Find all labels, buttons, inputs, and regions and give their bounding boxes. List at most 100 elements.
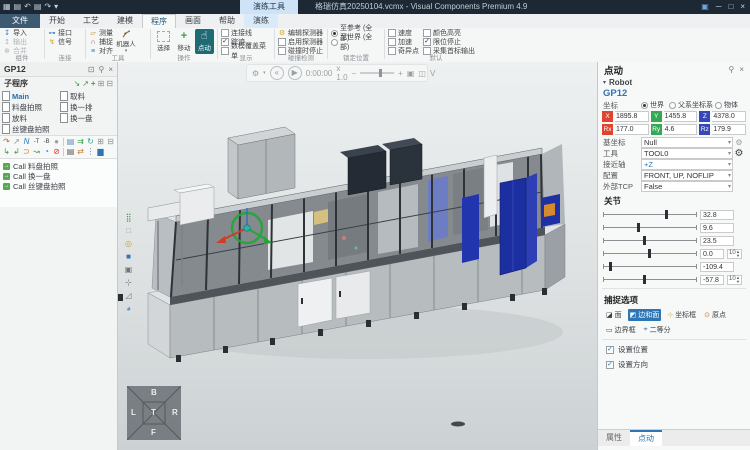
if-statement-icon[interactable]: ↳ <box>2 147 11 157</box>
reset-simulation-button[interactable]: « <box>270 66 284 80</box>
render-mode-icon[interactable]: ◕ <box>121 303 136 314</box>
tool-statement-icon[interactable]: -T <box>32 137 41 147</box>
speed-minus-icon[interactable]: − <box>352 69 357 78</box>
robot-button[interactable]: 机器人▾ <box>115 29 137 54</box>
checkbox-speed[interactable]: 速度 <box>388 29 419 37</box>
y-value-field[interactable]: 1455.8 <box>664 111 698 122</box>
print-statement-icon[interactable]: ▤ <box>66 147 75 157</box>
checkbox-stop-at-limits[interactable]: ✓限位停止 <box>423 38 475 46</box>
point-statement-icon[interactable]: N <box>22 137 31 147</box>
checkbox-color-highlight[interactable]: 颜色高亮 <box>423 29 475 37</box>
paste-icon[interactable]: ⊟ <box>106 79 113 88</box>
joint-slider[interactable] <box>603 234 697 247</box>
snap-edge-face-button[interactable]: ◩边和面 <box>628 309 662 321</box>
viewport-3d[interactable]: ⚙ ▾ « ▶ 0:00:00 x 1.0 − + ▣ ◫ V ⣿ □ ◎ ■ … <box>118 62 597 450</box>
jump-in-icon[interactable]: ↘ <box>74 79 81 88</box>
statement-call[interactable]: →Call 料盘拍照 <box>3 161 114 171</box>
compass-right[interactable]: R <box>172 408 178 417</box>
checkbox-detectors-active[interactable]: 启用探测器 <box>278 38 324 46</box>
play-simulation-button[interactable]: ▶ <box>288 66 302 80</box>
maximize-icon[interactable]: □ <box>728 0 733 14</box>
ry-value-field[interactable]: 4.6 <box>664 124 698 135</box>
base-gear-icon[interactable]: ⚙ <box>733 138 745 147</box>
paste-statement-icon[interactable]: ⊟ <box>106 137 115 147</box>
subprogram-item-main[interactable]: Main <box>2 91 60 101</box>
tab-drawing[interactable]: 画面 <box>176 14 210 28</box>
grasp-statement-icon[interactable]: ⇉ <box>76 137 85 147</box>
rz-value-field[interactable]: 179.9 <box>712 124 746 135</box>
jump-out-icon[interactable]: ↗ <box>82 79 89 88</box>
fill-select-icon[interactable]: ■ <box>121 251 136 262</box>
radio-object[interactable] <box>715 102 722 109</box>
signal-button[interactable]: ↯信号 <box>48 38 82 46</box>
halt-statement-icon[interactable]: ● <box>52 137 61 147</box>
app-icon[interactable]: ▦ <box>3 0 11 14</box>
tab-program[interactable]: 程序 <box>142 14 176 28</box>
snap-frame-button[interactable]: ⊹坐标框 <box>665 309 698 321</box>
import-button[interactable]: ↧导入 <box>3 29 41 37</box>
compass-top[interactable]: T <box>151 408 156 417</box>
close-icon[interactable]: × <box>740 0 745 14</box>
tab-process[interactable]: 工艺 <box>74 14 108 28</box>
undo-icon[interactable]: ↶ <box>24 0 31 14</box>
tab-file[interactable]: 文件 <box>0 14 40 28</box>
marquee-select-icon[interactable]: □ <box>121 225 136 236</box>
rx-value-field[interactable]: 177.0 <box>615 124 649 135</box>
subprogram-item[interactable]: 料盘拍照 <box>2 102 60 112</box>
measure-tool-icon[interactable]: ◿ <box>121 290 136 301</box>
highlight-select-icon[interactable]: ◎ <box>121 238 136 249</box>
external-tcp-select[interactable]: False▾ <box>641 181 733 192</box>
measure-button[interactable]: ▱测量 <box>89 29 113 37</box>
feedback-icon[interactable]: ▣ <box>701 0 709 14</box>
joint-value-field[interactable]: 9.6 <box>700 223 734 233</box>
edit-detectors-button[interactable]: ⚙编辑探测器 <box>278 29 324 37</box>
while-statement-icon[interactable]: ↲ <box>12 147 21 157</box>
snap-origin-button[interactable]: ⊙原点 <box>702 309 728 321</box>
stop-statement-icon[interactable]: ⊘ <box>52 147 61 157</box>
save-all-icon[interactable]: ▤ <box>34 0 42 14</box>
select-button[interactable]: 选择 <box>154 29 173 54</box>
more-icon[interactable]: ▾ <box>54 0 58 14</box>
set-position-checkbox[interactable]: ✓设置位置 <box>598 342 750 357</box>
record-icon[interactable]: ◫ <box>418 69 426 78</box>
approach-axis-select[interactable]: +Z▾ <box>641 159 733 170</box>
joint-slider[interactable] <box>603 273 697 286</box>
export-video-icon[interactable]: V <box>430 69 435 78</box>
call-statement-icon[interactable]: ↝ <box>32 147 41 157</box>
tab-help[interactable]: 帮助 <box>210 14 244 28</box>
statement-call[interactable]: →Call 换一盘 <box>3 171 114 181</box>
base-statement-icon[interactable]: -B <box>42 137 51 147</box>
redo-icon[interactable]: ↷ <box>44 0 51 14</box>
statement-call[interactable]: →Call 丝键盘拍照 <box>3 181 114 191</box>
joint-slider[interactable] <box>603 208 697 221</box>
joint-slider[interactable] <box>603 247 697 260</box>
move-button[interactable]: +移动 <box>174 29 193 54</box>
tool-select[interactable]: TOOL0▾ <box>641 148 733 159</box>
x-value-field[interactable]: 1895.8 <box>615 111 649 122</box>
joint-value-field[interactable]: 32.8 <box>700 210 734 220</box>
robot-name[interactable]: GP12 <box>603 88 627 99</box>
machine-model[interactable] <box>118 62 597 450</box>
swap-statement-icon[interactable]: ⇄ <box>76 147 85 157</box>
joint-step-spinner[interactable]: 10▲▼ <box>727 275 742 285</box>
close-icon[interactable]: × <box>739 65 744 74</box>
subprogram-item[interactable]: 放料 <box>2 113 60 123</box>
release-statement-icon[interactable]: ↻ <box>86 137 95 147</box>
joint-value-field[interactable]: -57.8 <box>700 275 724 285</box>
minimize-icon[interactable]: ─ <box>716 0 722 14</box>
tab-properties[interactable]: 属性 <box>598 430 630 446</box>
joint-value-field[interactable]: -109.4 <box>700 262 734 272</box>
speed-slider[interactable] <box>360 72 394 74</box>
speed-plus-icon[interactable]: + <box>398 69 403 78</box>
copy-statement-icon[interactable]: ⊞ <box>96 137 105 147</box>
add-routine-icon[interactable]: + <box>91 79 96 88</box>
tab-modeling[interactable]: 建模 <box>108 14 142 28</box>
close-icon[interactable]: × <box>108 65 113 74</box>
snap-face-button[interactable]: ◪面 <box>604 309 624 321</box>
subprogram-item[interactable]: 换一盘 <box>60 113 116 123</box>
snap-bisect-button[interactable]: ⌖二等分 <box>642 324 673 336</box>
joint-value-field[interactable]: 0.0 <box>700 249 724 259</box>
frame-tool-icon[interactable]: ⊹ <box>121 277 136 288</box>
export-button[interactable]: ↥输出 <box>3 38 41 46</box>
snap-button[interactable]: ∩捕捉 <box>89 38 113 46</box>
